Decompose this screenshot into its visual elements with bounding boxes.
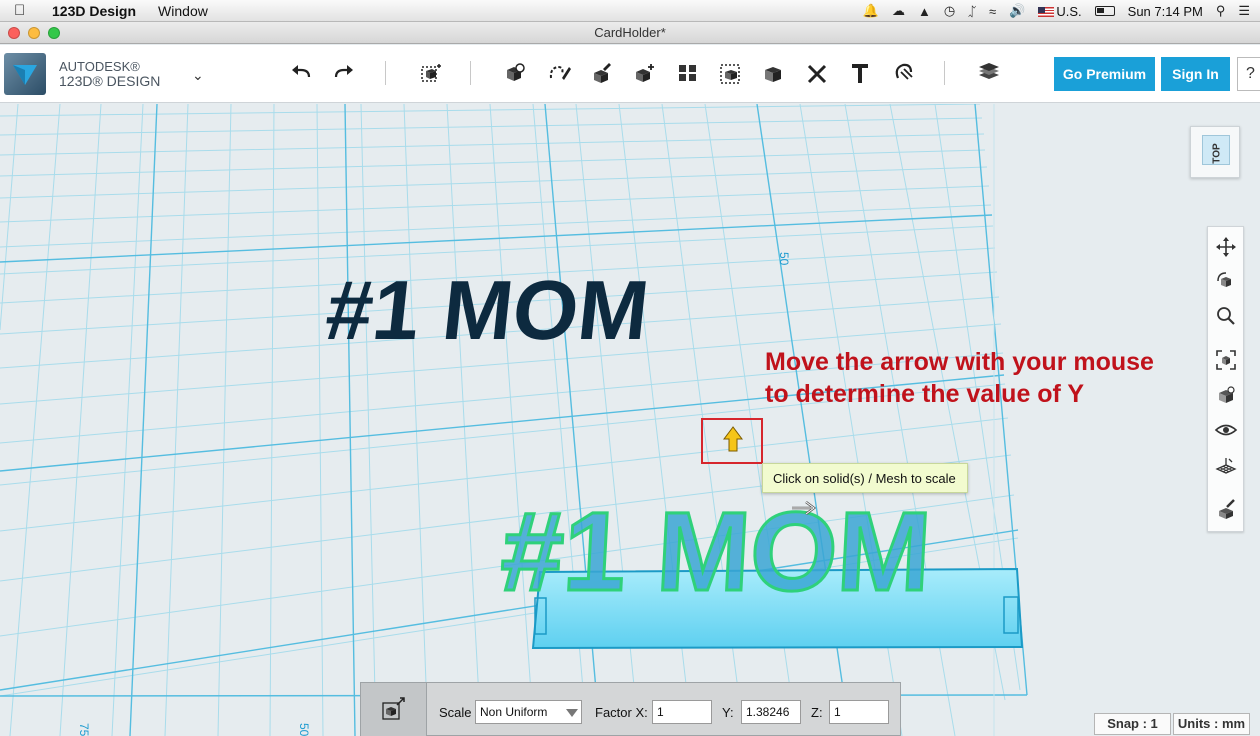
volume-icon[interactable]: 🔊 xyxy=(1009,3,1025,19)
grouping-icon[interactable] xyxy=(716,58,746,88)
view-cube-label: TOP xyxy=(1211,143,1223,164)
battery-icon[interactable] xyxy=(1094,6,1115,16)
pan-icon[interactable] xyxy=(1214,235,1238,259)
sketch-icon[interactable] xyxy=(544,58,574,88)
factor-x-label: Factor X: xyxy=(595,705,648,720)
wifi-icon[interactable]: ≈ xyxy=(989,4,996,19)
notification-center-icon[interactable]: ☰ xyxy=(1238,3,1250,19)
undo-icon[interactable] xyxy=(287,58,317,88)
grid-label-50-right: 50 xyxy=(777,252,791,266)
text-model-front-selected[interactable]: #1 MOM xyxy=(497,488,936,616)
apple-icon[interactable]:  xyxy=(14,2,32,19)
measure-icon[interactable] xyxy=(802,58,832,88)
sign-in-button[interactable]: Sign In xyxy=(1161,57,1230,91)
cloud-drive-icon[interactable]: ☁ xyxy=(892,3,905,19)
grid-materials-icon[interactable] xyxy=(1214,453,1238,477)
grid-label-50-bottom: 50 xyxy=(297,723,311,736)
scale-panel: Scale Non Uniform Factor X: 1 Y: 1.38246… xyxy=(360,682,901,736)
annotation-highlight-box xyxy=(701,418,763,464)
view-cube-top-face[interactable]: TOP xyxy=(1202,135,1230,165)
google-drive-icon[interactable]: ▲ xyxy=(918,4,931,19)
scale-tooltip: Click on solid(s) / Mesh to scale xyxy=(762,463,968,493)
dropdown-arrow-icon xyxy=(566,709,578,717)
notification-bell-icon[interactable]: 🔔 xyxy=(863,3,879,19)
pattern-icon[interactable] xyxy=(673,58,703,88)
visibility-eye-icon[interactable] xyxy=(1214,418,1238,442)
snap-icon[interactable] xyxy=(888,58,918,88)
snap-button[interactable]: Snap : 1 xyxy=(1094,713,1171,735)
text-model-back[interactable]: #1 MOM xyxy=(321,263,653,357)
3d-viewport[interactable]: #1 MOM #1 MOM 50 75 50 xyxy=(0,104,1260,736)
units-button[interactable]: Units : mm xyxy=(1173,713,1250,735)
zoom-window-button[interactable] xyxy=(48,27,60,39)
combine-icon[interactable] xyxy=(759,58,789,88)
scale-tool-cell xyxy=(361,683,427,736)
help-button[interactable]: ? xyxy=(1237,57,1260,91)
clock[interactable]: Sun 7:14 PM xyxy=(1128,4,1203,19)
spotlight-search-icon[interactable]: ⚲ xyxy=(1216,3,1226,19)
factor-z-label: Z: xyxy=(811,705,823,720)
keyboard-input-menu[interactable]: U.S. xyxy=(1038,3,1082,19)
fit-view-icon[interactable] xyxy=(1214,348,1238,372)
redo-icon[interactable] xyxy=(328,58,358,88)
navigation-bar xyxy=(1207,226,1244,532)
factor-z-input[interactable]: 1 xyxy=(829,700,889,724)
factor-x-input[interactable]: 1 xyxy=(652,700,712,724)
scale-mode-select[interactable]: Non Uniform xyxy=(475,700,582,724)
scale-tool-icon[interactable] xyxy=(379,695,409,725)
toolbar-divider xyxy=(944,61,945,85)
app-menu-chevron-down-icon[interactable]: ⌄ xyxy=(192,67,204,84)
factor-y-input[interactable]: 1.38246 xyxy=(741,700,801,724)
transform-icon[interactable] xyxy=(416,58,446,88)
menu-bar:  123D Design Window 🔔 ☁ ▲ ◷ ᛢ ≈ 🔊 U.S. … xyxy=(0,0,1260,22)
status-menu-area: 🔔 ☁ ▲ ◷ ᛢ ≈ 🔊 U.S. Sun 7:14 PM ⚲ ☰ xyxy=(863,0,1250,22)
workplane-grid: #1 MOM #1 MOM 50 75 50 xyxy=(0,104,1028,736)
factor-y-label: Y: xyxy=(722,705,734,720)
toolbar-divider xyxy=(470,61,471,85)
text-icon[interactable] xyxy=(845,58,875,88)
window-title-bar: CardHolder* xyxy=(0,22,1260,44)
zoom-icon[interactable] xyxy=(1214,304,1238,328)
minimize-window-button[interactable] xyxy=(28,27,40,39)
close-window-button[interactable] xyxy=(8,27,20,39)
brand-line1: AUTODESK® xyxy=(59,59,140,74)
menu-app-name[interactable]: 123D Design xyxy=(52,3,136,19)
toolbar-divider xyxy=(385,61,386,85)
brand-line2: 123D® DESIGN xyxy=(59,73,161,89)
window-title: CardHolder* xyxy=(594,25,666,40)
view-cube[interactable]: TOP xyxy=(1190,126,1240,178)
annotation-line1: Move the arrow with your mouse xyxy=(765,348,1154,376)
keyboard-label: U.S. xyxy=(1056,3,1082,19)
orbit-icon[interactable] xyxy=(1214,269,1238,293)
scale-label: Scale xyxy=(439,705,472,720)
snap-magnet-icon[interactable] xyxy=(1214,497,1238,521)
time-machine-icon[interactable]: ◷ xyxy=(944,3,955,19)
app-brand[interactable]: AUTODESK® 123D® DESIGN xyxy=(59,59,160,89)
us-flag-icon xyxy=(1038,7,1055,18)
menu-window[interactable]: Window xyxy=(158,3,208,19)
modify-icon[interactable] xyxy=(630,58,660,88)
tutorial-annotation: Move the arrow with your mouse to determ… xyxy=(765,346,1154,410)
materials-layers-icon[interactable] xyxy=(974,58,1004,88)
perspective-icon[interactable] xyxy=(1214,383,1238,407)
construct-icon[interactable] xyxy=(587,58,617,88)
scale-mode-value: Non Uniform xyxy=(480,705,548,719)
grid-label-75-bottom: 75 xyxy=(77,723,91,736)
app-logo-icon[interactable] xyxy=(4,53,46,95)
primitives-icon[interactable] xyxy=(500,58,530,88)
main-toolbar: AUTODESK® 123D® DESIGN ⌄ Go Premium Sign… xyxy=(0,45,1260,103)
bluetooth-icon[interactable]: ᛢ xyxy=(968,4,976,19)
annotation-line2: to determine the value of Y xyxy=(765,380,1085,408)
go-premium-button[interactable]: Go Premium xyxy=(1054,57,1155,91)
